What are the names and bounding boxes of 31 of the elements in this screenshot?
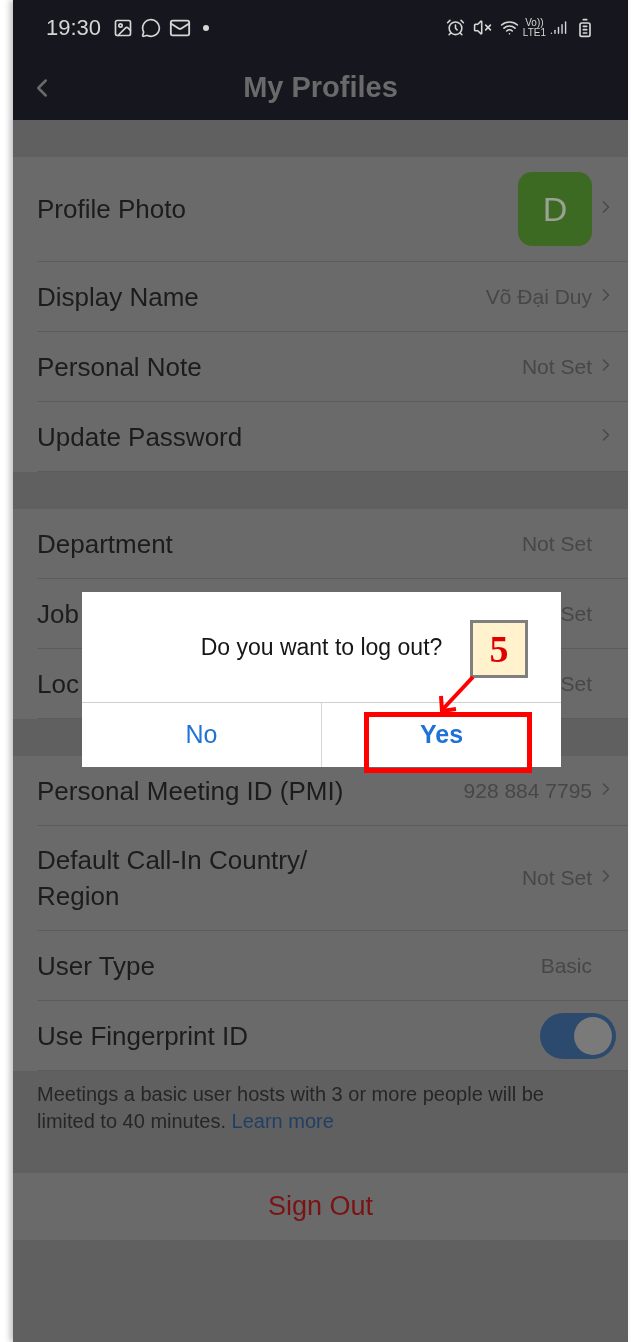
network-label: Vo)): [525, 17, 544, 28]
row-label: Loc: [37, 667, 79, 701]
wifi-icon: [499, 18, 519, 37]
dialog-message: Do you want to log out?: [200, 632, 443, 662]
step-callout: 5: [470, 620, 528, 678]
alarm-icon: [445, 18, 465, 37]
status-time: 19:30: [46, 14, 102, 42]
avatar[interactable]: D: [518, 172, 592, 246]
row-label: Profile Photo: [37, 193, 186, 226]
row-label: Use Fingerprint ID: [37, 1019, 248, 1053]
row-label: Job: [37, 597, 79, 631]
row-label: Department: [37, 527, 173, 561]
network-label: LTE1: [522, 27, 546, 38]
image-icon: [113, 17, 134, 38]
page-title: My Profiles: [243, 69, 398, 105]
chat-bubble-icon: [141, 17, 162, 38]
plan-note: Meetings a basic user hosts with 3 or more people will be limited to 40 minutes. Learn more: [13, 1071, 628, 1173]
row-label: Update Password: [37, 420, 243, 454]
sign-out-button[interactable]: Sign Out: [13, 1173, 628, 1240]
pointer-arrow: [438, 676, 476, 713]
row-label: User Type: [37, 949, 155, 983]
mute-icon: [472, 18, 492, 37]
row-label: Personal Note: [37, 350, 202, 384]
row-label: Display Name: [37, 280, 199, 314]
dialog-button[interactable]: Yes: [321, 703, 561, 767]
row-label: Default Call-In Country/ Region: [37, 844, 309, 913]
signal-icon: [550, 19, 567, 36]
row-label: Personal Meeting ID (PMI): [37, 774, 344, 808]
dialog-button[interactable]: No: [82, 703, 321, 767]
learn-more-link[interactable]: Learn more: [231, 1110, 334, 1132]
fingerprint-toggle[interactable]: [540, 1012, 616, 1059]
